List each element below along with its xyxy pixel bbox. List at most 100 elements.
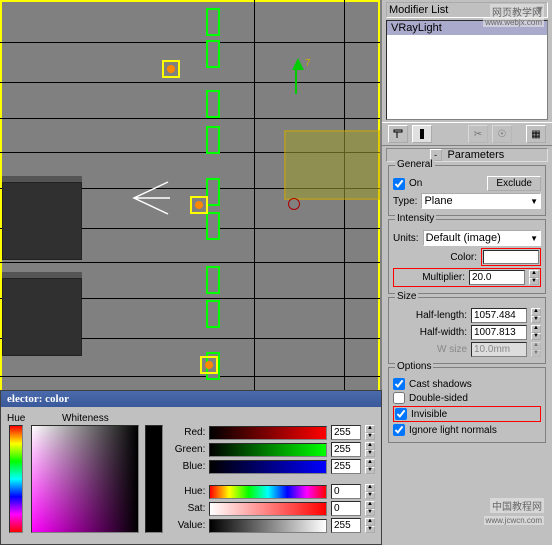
sat-input[interactable]: 0 — [331, 501, 361, 516]
color-selector-dialog[interactable]: elector: color Hue Whiteness Red: 255 ▲▼ Gr… — [0, 390, 382, 545]
blue-slider[interactable] — [209, 460, 327, 474]
hue-slider[interactable] — [209, 485, 327, 499]
hue-label: Hue — [7, 413, 25, 424]
on-label: On — [409, 178, 422, 189]
window-geometry[interactable] — [206, 266, 220, 294]
multiplier-spinner[interactable]: ▲▼ — [529, 270, 539, 285]
value-spinner[interactable]: ▲▼ — [365, 518, 375, 533]
green-input[interactable]: 255 — [331, 442, 361, 457]
modifier-stack[interactable]: VRayLight — [386, 20, 548, 120]
floor-line — [0, 82, 380, 83]
green-slider[interactable] — [209, 443, 327, 457]
group-label: General — [395, 159, 435, 170]
light-icon[interactable] — [162, 60, 180, 78]
make-unique-button: ✂ — [468, 125, 488, 143]
group-label: Options — [395, 361, 433, 372]
double-sided-checkbox[interactable] — [393, 392, 405, 404]
light-icon[interactable] — [200, 356, 218, 374]
half-length-input[interactable]: 1057.484 — [471, 308, 527, 323]
blue-spinner[interactable]: ▲▼ — [365, 459, 375, 474]
size-group: Size Half-length: 1057.484 ▲▼ Half-width… — [388, 297, 546, 364]
blackness-slider[interactable] — [145, 425, 163, 533]
sat-label: Sat: — [169, 503, 205, 514]
invisible-checkbox[interactable] — [395, 408, 407, 420]
hue-slider[interactable] — [9, 425, 23, 533]
command-panel: Modifier List ▼ VRayLight ✂ ☉ ▦ - Parame… — [381, 0, 552, 545]
floor-line — [0, 42, 380, 43]
units-dropdown[interactable]: Default (image)▼ — [423, 230, 541, 246]
window-geometry[interactable] — [206, 300, 220, 328]
half-length-spinner[interactable]: ▲▼ — [531, 308, 541, 323]
ignore-normals-label: Ignore light normals — [409, 425, 497, 436]
red-slider[interactable] — [209, 426, 327, 440]
value-slider[interactable] — [209, 519, 327, 533]
direction-arrow-icon — [130, 178, 170, 218]
w-size-label: W size — [437, 344, 467, 355]
units-label: Units: — [393, 233, 419, 244]
remove-modifier-button: ☉ — [492, 125, 512, 143]
window-geometry[interactable] — [206, 126, 220, 154]
window-geometry[interactable] — [206, 8, 220, 36]
blue-input[interactable]: 255 — [331, 459, 361, 474]
window-geometry[interactable] — [206, 212, 220, 240]
pin-stack-button[interactable] — [388, 125, 408, 143]
watermark: 中国教程网 — [490, 498, 544, 513]
w-size-input: 10.0mm — [471, 342, 527, 357]
floor-line — [0, 262, 380, 263]
watermark-url: www.webjx.com — [483, 18, 544, 27]
ignore-normals-checkbox[interactable] — [393, 424, 405, 436]
general-group: General On Exclude Type: Plane▼ — [388, 165, 546, 216]
invisible-label: Invisible — [411, 409, 447, 420]
red-spinner[interactable]: ▲▼ — [365, 425, 375, 440]
window-geometry[interactable] — [206, 178, 220, 206]
half-width-input[interactable]: 1007.813 — [471, 325, 527, 340]
light-icon[interactable] — [190, 196, 208, 214]
half-length-label: Half-length: — [416, 310, 467, 321]
double-sided-label: Double-sided — [409, 393, 468, 404]
exclude-button[interactable]: Exclude — [487, 176, 541, 191]
half-width-spinner[interactable]: ▲▼ — [531, 325, 541, 340]
hue-input[interactable]: 0 — [331, 484, 361, 499]
sat-slider[interactable] — [209, 502, 327, 516]
red-label: Red: — [169, 427, 205, 438]
red-input[interactable]: 255 — [331, 425, 361, 440]
cast-shadows-label: Cast shadows — [409, 379, 472, 390]
green-spinner[interactable]: ▲▼ — [365, 442, 375, 457]
value-label: Value: — [169, 520, 205, 531]
w-size-spinner: ▲▼ — [531, 342, 541, 357]
watermark: 网页教学网 — [490, 4, 544, 19]
pivot-icon — [288, 198, 300, 210]
type-label: Type: — [393, 196, 417, 207]
multiplier-input[interactable]: 20.0 — [469, 270, 525, 285]
group-label: Size — [395, 291, 418, 302]
window-geometry[interactable] — [206, 90, 220, 118]
intensity-group: Intensity Units: Default (image)▼ Color:… — [388, 219, 546, 294]
sat-spinner[interactable]: ▲▼ — [365, 501, 375, 516]
half-width-label: Half-width: — [420, 327, 467, 338]
color-label: Color: — [450, 252, 477, 263]
value-input[interactable]: 255 — [331, 518, 361, 533]
modifier-toolbar: ✂ ☉ ▦ — [382, 122, 552, 146]
floor-line — [0, 376, 380, 377]
blue-label: Blue: — [169, 461, 205, 472]
building-facade — [2, 278, 82, 356]
show-end-result-button[interactable] — [412, 125, 432, 143]
cast-shadows-checkbox[interactable] — [393, 378, 405, 390]
hue-spinner[interactable]: ▲▼ — [365, 484, 375, 499]
hue-label: Hue: — [169, 486, 205, 497]
configure-sets-button[interactable]: ▦ — [526, 125, 546, 143]
whiteness-label: Whiteness — [62, 413, 109, 424]
whiteness-picker[interactable] — [31, 425, 139, 533]
dialog-titlebar[interactable]: elector: color — [1, 391, 381, 407]
green-label: Green: — [169, 444, 205, 455]
multiplier-label: Multiplier: — [422, 272, 465, 283]
watermark-url: www.jcwcn.com — [484, 516, 544, 525]
on-checkbox[interactable] — [393, 178, 405, 190]
group-label: Intensity — [395, 213, 436, 224]
light-object-gizmo[interactable] — [284, 130, 380, 200]
window-geometry[interactable] — [206, 40, 220, 68]
type-dropdown[interactable]: Plane▼ — [421, 193, 541, 209]
options-group: Options Cast shadows Double-sided Invisi… — [388, 367, 546, 443]
axis-label: 7 — [305, 58, 311, 69]
color-swatch[interactable] — [483, 250, 539, 264]
